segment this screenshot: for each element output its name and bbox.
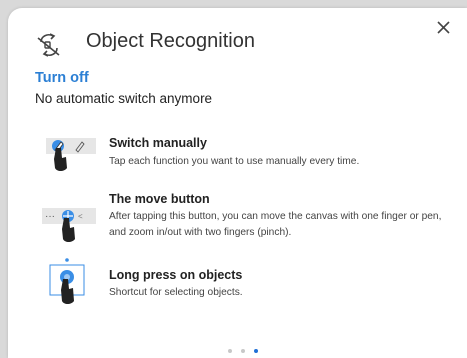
feature-description: Tap each function you want to use manual…: [109, 156, 360, 167]
dialog-title: Object Recognition: [86, 30, 255, 52]
feature-title: Switch manually: [109, 136, 207, 150]
feature-description: After tapping this button, you can move …: [109, 211, 442, 238]
svg-text:···: ···: [45, 211, 55, 222]
feature-description: Shortcut for selecting objects.: [109, 287, 243, 298]
switch-manually-illustration: [46, 138, 96, 171]
feature-title: Long press on objects: [109, 268, 243, 282]
page-dot[interactable]: [228, 349, 232, 353]
hand-pointer-icon: [61, 279, 74, 304]
long-press-illustration: [49, 258, 85, 304]
pagination: [228, 347, 268, 355]
close-icon: [437, 21, 450, 34]
object-recognition-icon: [37, 33, 60, 57]
page-dot[interactable]: [241, 349, 245, 353]
close-button[interactable]: [432, 16, 456, 40]
feature-title: The move button: [109, 192, 210, 206]
page-dot-active[interactable]: [254, 349, 258, 353]
svg-text:<: <: [78, 212, 83, 221]
mode-description: No automatic switch anymore: [35, 91, 213, 106]
mode-label: Turn off: [35, 70, 89, 86]
move-button-illustration: ··· <: [42, 208, 96, 242]
